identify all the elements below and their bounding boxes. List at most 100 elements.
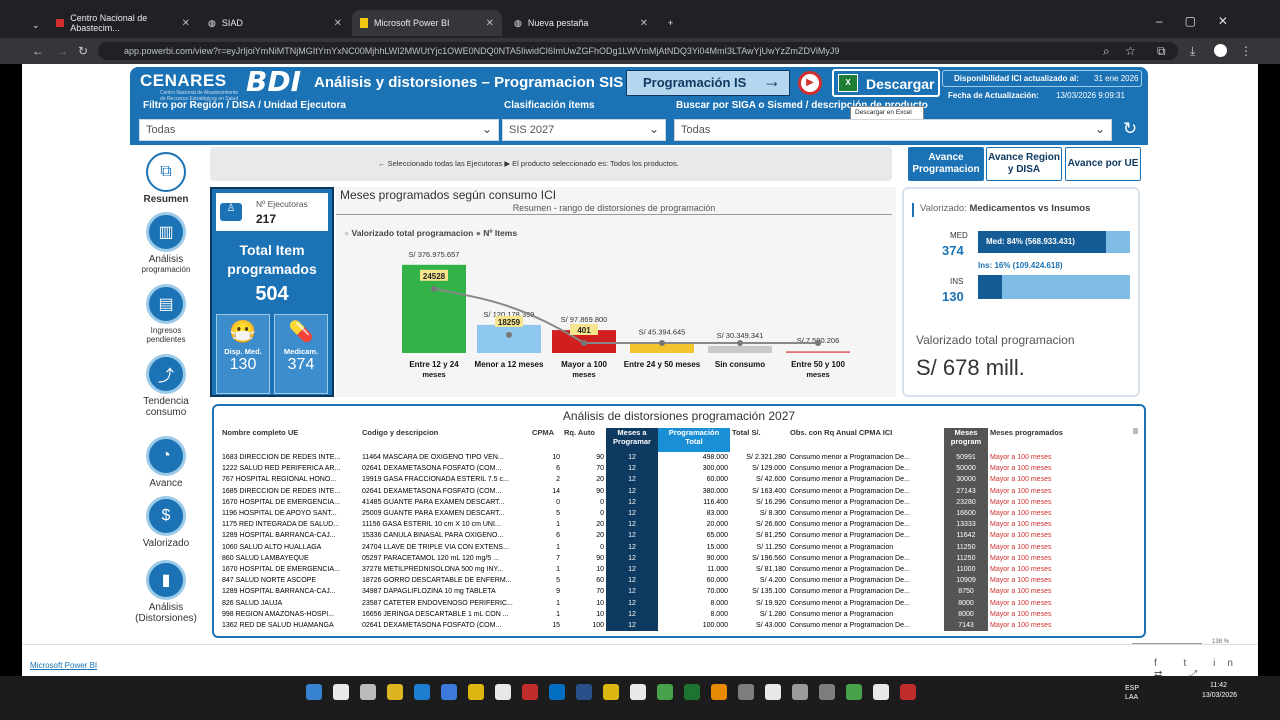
taskbar-app-icon[interactable] xyxy=(414,684,430,700)
table-cell: 1670 HOSPITAL DE EMERGENCIA... xyxy=(222,565,340,573)
refresh-icon[interactable]: ↻ xyxy=(1119,119,1141,141)
taskbar-app-icon[interactable] xyxy=(765,684,781,700)
taskbar-app-icon[interactable] xyxy=(873,684,889,700)
column-header[interactable]: Nombre completo UE xyxy=(220,428,360,452)
taskbar-app-icon[interactable] xyxy=(630,684,646,700)
tab-list-button[interactable]: ⌄ xyxy=(24,14,48,36)
zoom-icon[interactable]: ⌕ xyxy=(1103,44,1110,59)
window-controls[interactable]: –▢✕ xyxy=(1156,14,1250,28)
table-row[interactable]: 1060 SALUD ALTO HUALLAGA 24704 LLAVE DE T… xyxy=(220,541,1080,553)
table-row[interactable]: 826 SALUD JAUJA 23587 CATETER ENDOVENOSO … xyxy=(220,597,1080,609)
table-row[interactable]: 1289 HOSPITAL BARRANCA-CAJ... 15336 CANUL… xyxy=(220,530,1080,542)
table-row[interactable]: 1685 DIRECCION DE REDES INTE... 02641 DEX… xyxy=(220,485,1080,497)
menu-icon[interactable]: ⋮ xyxy=(1240,44,1252,58)
taskbar-app-icon[interactable] xyxy=(306,684,322,700)
zoom-slider[interactable] xyxy=(1132,643,1202,644)
sidebar-item-3[interactable]: ⤴ Tendencia consumo xyxy=(130,354,202,418)
selection-summary: ← Seleccionado todas las Ejecutoras ▶ El… xyxy=(210,147,892,181)
taskbar-app-icon[interactable] xyxy=(495,684,511,700)
taskbar-app-icon[interactable] xyxy=(603,684,619,700)
extensions-icon[interactable]: ⧉ xyxy=(1157,44,1166,59)
table-row[interactable]: 860 SALUD LAMBAYEQUE 05297 PARACETAMOL 12… xyxy=(220,552,1080,564)
taskbar-app-icon[interactable] xyxy=(900,684,916,700)
sidebar-item-5[interactable]: $ Valorizado xyxy=(130,496,202,549)
taskbar-app-icon[interactable] xyxy=(711,684,727,700)
table-row[interactable]: 1670 HOSPITAL DE EMERGENCIA... 37278 METI… xyxy=(220,563,1080,576)
table-cell: 50000 xyxy=(944,463,988,475)
table-row[interactable]: 1196 HOSPITAL DE APOYO SANT... 25009 GUAN… xyxy=(220,507,1080,520)
download-icon[interactable]: ⤓ xyxy=(1190,44,1195,59)
column-header[interactable]: Meses program xyxy=(944,428,988,452)
table-row[interactable]: 998 REGION AMAZONAS-HOSPI... 16656 JERING… xyxy=(220,608,1080,620)
taskbar-app-icon[interactable] xyxy=(846,684,862,700)
close-icon[interactable]: ✕ xyxy=(334,18,342,29)
tab-avance-region[interactable]: Avance Region y DISA xyxy=(986,147,1062,181)
powerbi-link[interactable]: Microsoft Power BI xyxy=(30,661,97,670)
play-icon[interactable]: ▶ xyxy=(798,71,822,95)
scrollbar[interactable] xyxy=(1133,428,1138,434)
column-header[interactable]: Meses programados xyxy=(988,428,1080,452)
column-header[interactable]: Meses a Programar xyxy=(606,428,658,452)
programacion-is-button[interactable]: Programación IS → xyxy=(626,70,790,96)
column-header[interactable]: Codigo y descripcion xyxy=(360,428,530,452)
taskbar-app-icon[interactable] xyxy=(792,684,808,700)
column-header[interactable]: Total S/. xyxy=(730,428,788,452)
sidebar-item-2[interactable]: ▤ Ingresos pendientes xyxy=(130,284,202,344)
tab-avance-programacion[interactable]: Avance Programacion xyxy=(908,147,984,181)
table-cell: 11464 MASCARA DE OXIGENO TIPO VEN... xyxy=(362,454,504,462)
buscar-filter[interactable]: Todas ⌄ xyxy=(674,119,1112,141)
browser-tab-new[interactable]: ◍ Nueva pestaña ✕ xyxy=(506,12,656,34)
browser-tab-siad[interactable]: ◍ SIAD ✕ xyxy=(200,12,350,34)
close-icon[interactable]: ✕ xyxy=(182,18,190,29)
table-row[interactable]: 1289 HOSPITAL BARRANCA-CAJ... 34987 DAPAG… xyxy=(220,586,1080,598)
taskbar-app-icon[interactable] xyxy=(657,684,673,700)
star-icon[interactable]: ☆ xyxy=(1125,44,1136,58)
taskbar-app-icon[interactable] xyxy=(333,684,349,700)
taskbar-app-icon[interactable] xyxy=(360,684,376,700)
taskbar-app-icon[interactable] xyxy=(549,684,565,700)
table-row[interactable]: 1175 RED INTEGRADA DE SALUD... 11156 GASA… xyxy=(220,519,1080,531)
table-row[interactable]: 1362 RED DE SALUD HUAMANGA 02641 DEXAMETA… xyxy=(220,619,1080,631)
taskbar-app-icon[interactable] xyxy=(468,684,484,700)
descargar-button[interactable]: X Descargar xyxy=(832,69,940,97)
tab-avance-ue[interactable]: Avance por UE xyxy=(1065,147,1141,181)
taskbar-app-icon[interactable] xyxy=(441,684,457,700)
profile-avatar[interactable] xyxy=(1214,44,1227,57)
new-tab-button[interactable]: + xyxy=(660,12,681,34)
table-row[interactable]: 1222 SALUD RED PERIFERICA AR... 02641 DEX… xyxy=(220,463,1080,475)
table-cell: 10 xyxy=(596,565,604,573)
table-row[interactable]: 1670 HOSPITAL DE EMERGENCIA... 41485 GUAN… xyxy=(220,496,1080,508)
reload-icon[interactable]: ↻ xyxy=(78,44,88,58)
taskbar-app-icon[interactable] xyxy=(576,684,592,700)
table-row[interactable]: 1683 DIRECCION DE REDES INTE... 11464 MAS… xyxy=(220,452,1080,464)
clasificacion-filter[interactable]: SIS 2027 ⌄ xyxy=(502,119,666,141)
table-cell: Consumo menor a Programacion De... xyxy=(790,588,910,596)
taskbar-app-icon[interactable] xyxy=(819,684,835,700)
globe-icon: ◍ xyxy=(514,17,522,28)
column-header[interactable]: CPMA xyxy=(530,428,562,452)
taskbar-app-icon[interactable] xyxy=(684,684,700,700)
taskbar-app-icon[interactable] xyxy=(738,684,754,700)
sidebar-item-4[interactable]: ◔ Avance xyxy=(130,436,202,489)
close-icon[interactable]: ✕ xyxy=(486,18,494,29)
taskbar-app-icon[interactable] xyxy=(387,684,403,700)
table-row[interactable]: 767 HOSPITAL REGIONAL HONO... 19919 GASA … xyxy=(220,474,1080,486)
sidebar-item-0[interactable]: ⧉ Resumen xyxy=(130,152,202,205)
back-icon[interactable]: ← xyxy=(32,44,44,58)
distortion-table[interactable]: Nombre completo UE Codigo y descripcion CP… xyxy=(220,428,1080,631)
table-cell: 1060 SALUD ALTO HUALLAGA xyxy=(222,543,322,551)
sidebar-item-1[interactable]: ▥ Análisis programación xyxy=(130,212,202,274)
region-filter[interactable]: Todas ⌄ xyxy=(139,119,499,141)
column-header[interactable]: Obs. con Rq Anual CPMA ICI xyxy=(788,428,944,452)
table-row[interactable]: 847 SALUD NORTE ASCOPE 18726 GORRO DESCAR… xyxy=(220,575,1080,587)
column-header[interactable]: Rq. Auto xyxy=(562,428,606,452)
url-field[interactable]: app.powerbi.com/view?r=eyJrIjoiYmNiMTNjM… xyxy=(98,42,1178,60)
browser-tab-powerbi[interactable]: Microsoft Power BI ✕ xyxy=(352,10,502,36)
forward-icon[interactable]: → xyxy=(56,44,68,58)
close-icon[interactable]: ✕ xyxy=(640,18,648,29)
sidebar-item-6[interactable]: ▮ Análisis (Distorsiones) xyxy=(130,560,202,624)
taskbar-app-icon[interactable] xyxy=(522,684,538,700)
browser-tab-cenares[interactable]: Centro Nacional de Abastecim... ✕ xyxy=(48,12,198,34)
column-header[interactable]: Programación Total xyxy=(658,428,730,452)
share-icons[interactable]: f t in ⇄ ⤢ xyxy=(1154,658,1258,676)
